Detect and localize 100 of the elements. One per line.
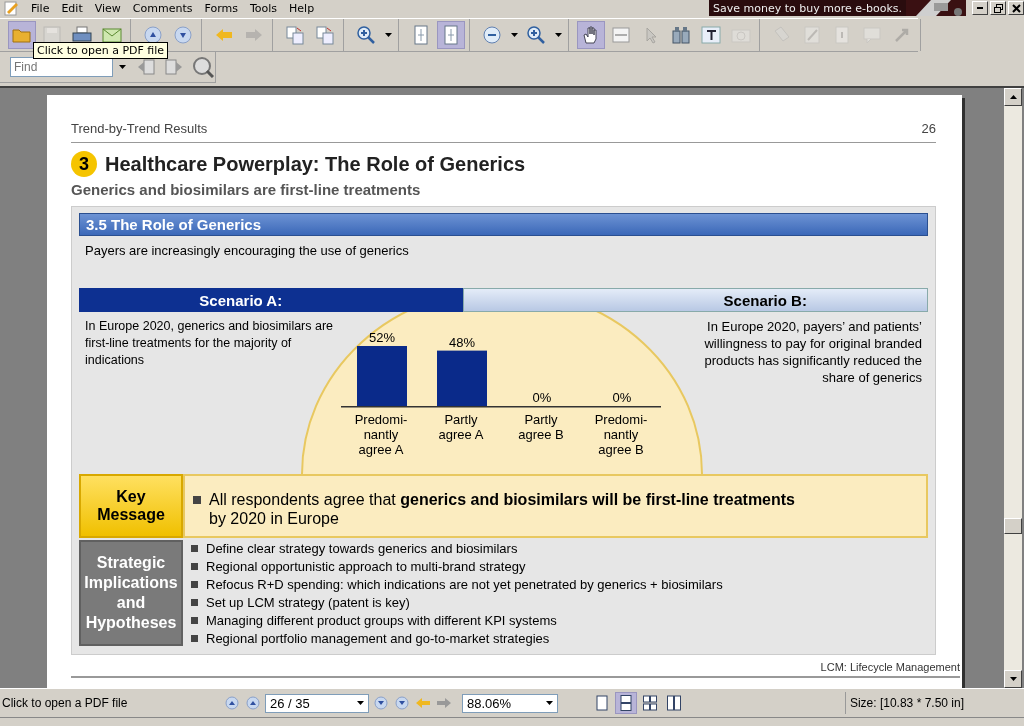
menu-item[interactable]: Forms	[198, 1, 244, 15]
bar	[357, 346, 407, 406]
zoom-in-icon	[356, 25, 376, 45]
menu-item[interactable]: View	[88, 1, 127, 15]
down-circle-icon	[374, 696, 388, 710]
up-arrow-icon	[1009, 95, 1017, 99]
value-label: 48%	[449, 334, 475, 350]
status-message: Click to open a PDF file	[1, 696, 129, 710]
right-arrow-icon	[436, 697, 452, 709]
left-arrow-icon	[415, 697, 431, 709]
minimize-icon	[977, 7, 983, 9]
scenario-a-heading: Scenario A:	[79, 288, 463, 312]
bullet-text: Regional opportunistic approach to multi-brand strategy	[206, 558, 526, 576]
page-layout-icon	[595, 695, 609, 711]
page-layout-icon	[667, 695, 681, 711]
caret-icon	[554, 33, 562, 37]
category-label: Partly agree A	[437, 412, 485, 444]
bullet-text: Define clear strategy towards generics and biosimilars	[206, 540, 518, 558]
footnote: LCM: Lifecycle Management	[820, 661, 960, 673]
scenario-b-text: In Europe 2020, payers’ and patients’ willingness to pay for original branded products has significantly reduced the share of generics	[703, 318, 922, 386]
first-page-button[interactable]	[223, 693, 241, 713]
bullet-icon	[191, 563, 198, 570]
running-header: Trend-by-Trend Results	[71, 121, 208, 136]
category-label: Predomi-nantly agree B	[593, 412, 649, 457]
selection-icon	[611, 25, 631, 45]
caret-icon	[119, 65, 126, 69]
page-icon	[411, 25, 431, 45]
restore-button[interactable]	[990, 1, 1006, 15]
bullet-text: Managing different product groups with different KPI systems	[206, 612, 557, 630]
value-label: 0%	[612, 390, 632, 405]
intro-text: Payers are increasingly encouraging the use of generics	[84, 242, 410, 260]
scenario-b-heading: Scenario B:	[462, 288, 928, 312]
caret-icon	[357, 701, 364, 705]
caret-icon	[510, 33, 518, 37]
bullet-icon	[191, 581, 198, 588]
bullet-text: Set up LCM strategy (patent is key)	[206, 594, 410, 612]
down-circle-icon	[173, 25, 193, 45]
caret-icon	[384, 33, 392, 37]
page-icon	[441, 25, 461, 45]
close-icon	[1011, 3, 1021, 13]
tooltip: Click to open a PDF file	[33, 42, 169, 59]
key-message-label: Key Message	[79, 474, 183, 538]
bullet-text: Regional portfolio management and go-to-market strategies	[206, 630, 550, 648]
bullet-text: Refocus R+D spending: which indications are not yet penetrated by generics + biosimilars	[206, 576, 723, 594]
category-label: Predomi-nantly agree A	[353, 412, 409, 457]
page-field[interactable]: 26 / 35	[265, 693, 369, 713]
bullet-icon	[191, 599, 198, 606]
envelope-icon	[102, 25, 122, 45]
up-circle-icon	[225, 696, 239, 710]
page-layout-icon	[643, 695, 657, 711]
page-arrow-icon	[165, 59, 184, 75]
zoom-out-icon	[482, 25, 502, 45]
page-arrow-icon	[137, 59, 156, 75]
value-label: 52%	[369, 330, 395, 345]
up-circle-icon	[246, 696, 260, 710]
page-number: 26	[921, 121, 936, 136]
zoom-in-icon	[526, 25, 546, 45]
bullet-icon	[191, 617, 198, 624]
last-page-button[interactable]	[393, 693, 411, 713]
category-label: Partly agree B	[517, 412, 565, 444]
bar	[437, 350, 487, 406]
page-size-text: Size: [10.83 * 7.50 in]	[844, 692, 1024, 714]
bullet-icon	[191, 545, 198, 552]
binoculars-icon	[671, 25, 691, 45]
view-mode-button[interactable]	[615, 692, 637, 714]
pages-icon	[315, 25, 335, 45]
ad-banner[interactable]: Save money to buy more e-books.	[709, 0, 966, 16]
key-message-text: All respondents agree that generics and biosimilars will be first-line treatments by 2020 in Europe	[209, 490, 796, 528]
section-heading: 3.5 The Role of Generics	[79, 213, 928, 236]
menu-item[interactable]: Comments	[126, 1, 199, 15]
chapter-badge: 3	[71, 151, 97, 177]
pencil-icon	[802, 25, 822, 45]
next-page-button[interactable]	[372, 693, 390, 713]
scrollbar[interactable]	[1004, 88, 1022, 688]
implications-label: Strategic Implications and Hypotheses	[79, 540, 183, 646]
previous-page-button[interactable]	[244, 693, 262, 713]
page-layout-icon	[619, 695, 633, 711]
ad-text[interactable]: Save money to buy more e-books.	[709, 1, 906, 15]
minimize-button[interactable]	[972, 1, 988, 15]
menu-item[interactable]: Tools	[243, 1, 284, 15]
scroll-thumb[interactable]	[1004, 518, 1022, 534]
pages-icon	[285, 25, 305, 45]
printer-icon	[72, 25, 92, 45]
up-circle-icon	[143, 25, 163, 45]
caret-icon	[546, 701, 553, 705]
app-logo-icon	[3, 0, 19, 16]
search-icon	[191, 56, 214, 78]
menu-item[interactable]: Edit	[55, 1, 89, 15]
restore-icon	[993, 3, 1003, 13]
down-circle-icon	[395, 696, 409, 710]
menu-item[interactable]: Help	[283, 1, 321, 15]
close-button[interactable]	[1008, 1, 1024, 15]
menu-item[interactable]: File	[25, 1, 56, 15]
bullet-icon	[193, 496, 201, 504]
zoom-field[interactable]: 88.06%	[462, 693, 558, 713]
down-arrow-icon	[1009, 677, 1017, 681]
bullet-icon	[191, 635, 198, 642]
slide-subtitle: Generics and biosimilars are first-line treatments	[71, 181, 422, 198]
value-label: 0%	[532, 390, 552, 405]
text-tool-icon	[701, 25, 721, 45]
